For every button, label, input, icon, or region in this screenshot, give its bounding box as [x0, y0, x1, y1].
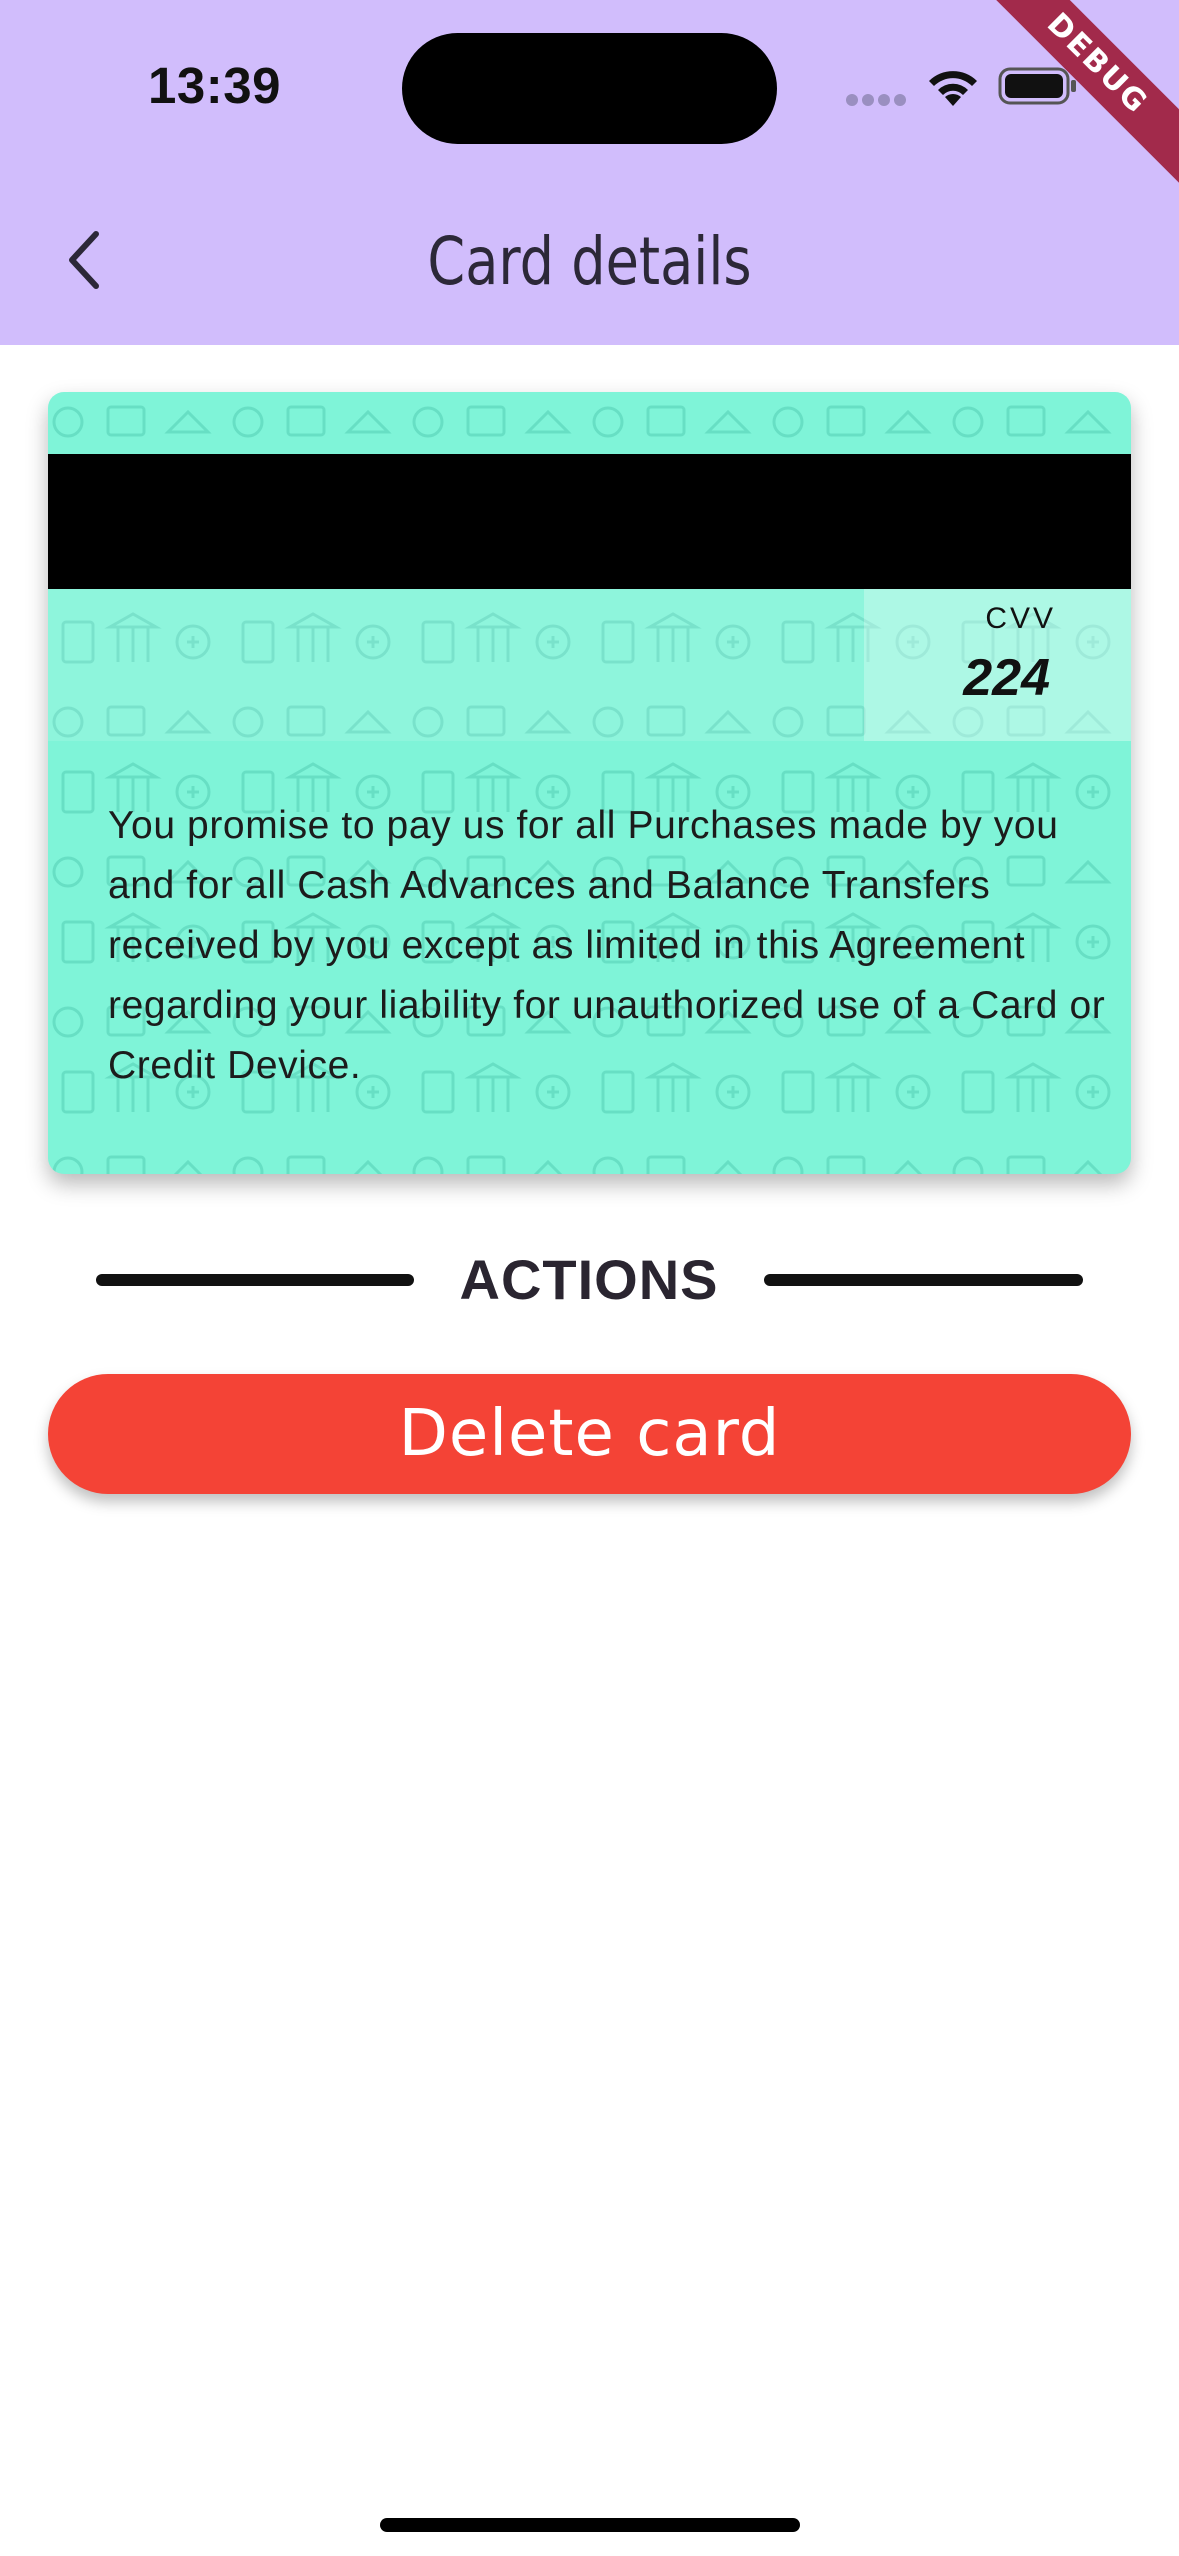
divider-line-left [96, 1274, 414, 1286]
card-details-screen: 13:39 DEBUG Card details CVV 224 You pro… [0, 0, 1179, 2556]
status-time: 13:39 [148, 57, 281, 114]
dynamic-island [402, 33, 777, 144]
debug-banner: DEBUG [989, 0, 1179, 190]
app-bar: 13:39 DEBUG Card details [0, 0, 1179, 345]
debug-label: DEBUG [989, 0, 1179, 190]
actions-heading: ACTIONS [459, 1248, 719, 1311]
chevron-left-icon [69, 231, 99, 289]
home-indicator[interactable] [380, 2518, 800, 2532]
wifi-icon [929, 71, 977, 106]
delete-card-button[interactable]: Delete card [48, 1374, 1131, 1494]
magnetic-stripe [48, 454, 1131, 589]
credit-card-back: CVV 224 You promise to pay us for all Pu… [48, 392, 1131, 1174]
cvv-label: CVV [985, 602, 1056, 635]
actions-divider: ACTIONS [96, 1240, 1083, 1320]
page-title: Card details [427, 223, 752, 300]
cvv-value: 224 [963, 649, 1050, 707]
signal-dots-icon [846, 94, 906, 108]
divider-line-right [764, 1274, 1083, 1286]
card-terms-text: You promise to pay us for all Purchases … [108, 804, 1106, 1087]
